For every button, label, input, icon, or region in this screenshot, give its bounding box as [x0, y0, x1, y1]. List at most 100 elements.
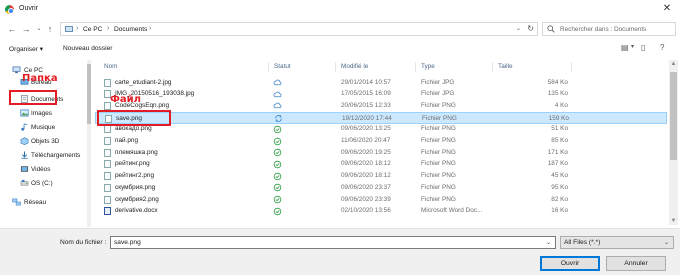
cancel-button[interactable]: Annuler	[606, 256, 666, 271]
objects-3d-icon	[20, 137, 29, 145]
network-icon	[12, 198, 21, 206]
file-name: carte_etudiant-2.jpg	[115, 78, 172, 86]
scroll-up-icon[interactable]: ▲	[669, 61, 678, 67]
images-icon	[20, 109, 29, 117]
close-button[interactable]: ✕	[660, 3, 674, 15]
folder-annotation: Папка	[22, 73, 58, 84]
file-type: Fichier PNG	[421, 172, 456, 180]
file-row[interactable]: CodeCogsEqn.png 20/06/2015 12:33 Fichier P…	[95, 100, 667, 112]
nav-item-os-c[interactable]: OS (C:)	[0, 177, 90, 190]
file-type-select[interactable]: All Files (*.*) ⌄	[560, 236, 674, 249]
available-check-icon	[273, 148, 282, 157]
forward-arrow-icon[interactable]: →	[20, 23, 32, 35]
file-row[interactable]: рейтинг.png 09/06/2020 18:12 Fichier PNG 18…	[95, 159, 667, 171]
nav-item-reseau[interactable]: Réseau	[0, 196, 90, 209]
refresh-icon[interactable]: ↻	[527, 24, 534, 33]
available-check-icon	[273, 125, 282, 134]
navigation-pane: Ce PC Bureau Documents Images Musique Ob…	[0, 60, 92, 227]
available-check-icon	[273, 172, 282, 180]
filename-dropdown-icon[interactable]: ⌄	[546, 239, 551, 246]
image-file-icon	[104, 183, 111, 192]
computer-icon	[12, 66, 21, 74]
file-modified: 09/06/2020 23:37	[341, 183, 391, 191]
file-size: 82 Ko	[551, 195, 568, 203]
file-modified: 29/01/2014 10:57	[341, 78, 391, 86]
file-row[interactable]: скумбрия2.png 09/06/2020 23:39 Fichier PNG…	[95, 194, 667, 206]
file-row[interactable]: derivative.docx 02/10/2020 13:56 Microsoft…	[95, 206, 667, 218]
word-document-icon	[104, 207, 111, 216]
nav-item-telechargements[interactable]: Téléchargements	[0, 149, 90, 162]
file-row[interactable]: пай.png 11/06/2020 20:47 Fichier PNG 85 Ko	[95, 136, 667, 148]
file-size: 135 Ko	[547, 90, 568, 98]
search-box[interactable]: Rechercher dans : Documents	[542, 22, 676, 36]
nav-item-objets-3d[interactable]: Objets 3D	[0, 135, 90, 148]
up-arrow-icon[interactable]: ↑	[44, 23, 56, 35]
search-placeholder: Rechercher dans : Documents	[560, 26, 647, 33]
file-row[interactable]: carte_etudiant-2.jpg 29/01/2014 10:57 Fich…	[95, 77, 667, 89]
available-check-icon	[273, 160, 282, 169]
cloud-icon	[273, 79, 282, 86]
open-file-dialog: Ouvrir ✕ ← → ⌄ ↑ › Ce PC › Documents › ⌄…	[0, 0, 680, 275]
file-type-value: All Files (*.*)	[564, 239, 601, 246]
file-row[interactable]: авокадо.png 09/06/2020 13:25 Fichier PNG 51…	[95, 124, 667, 136]
view-options-icon[interactable]: ▤	[621, 43, 629, 52]
file-modified: 09/06/2020 23:39	[341, 195, 391, 203]
address-bar[interactable]: › Ce PC › Documents › ⌄ ↻	[60, 22, 538, 36]
file-size: 51 Ko	[551, 125, 568, 133]
file-type: Fichier PNG	[421, 137, 456, 144]
file-name: племяшка.png	[115, 148, 158, 156]
file-size: 159 Ko	[548, 114, 569, 122]
file-modified: 11/06/2020 20:47	[341, 137, 391, 144]
file-row[interactable]: скумбрия.png 09/06/2020 23:37 Fichier PNG 9…	[95, 182, 667, 194]
open-button[interactable]: Ouvrir	[540, 256, 600, 271]
scroll-down-icon[interactable]: ▼	[669, 218, 678, 224]
file-modified: 02/10/2020 13:56	[341, 207, 391, 215]
filename-value: save.png	[114, 239, 141, 246]
file-type: Fichier PNG	[421, 183, 456, 191]
available-check-icon	[273, 207, 282, 215]
file-row[interactable]: IMG_20150516_193038.jpg 17/05/2015 16:09 F…	[95, 89, 667, 101]
file-modified: 17/05/2015 16:09	[341, 90, 391, 98]
back-arrow-icon[interactable]: ←	[6, 23, 18, 35]
title-bar: Ouvrir ✕	[0, 0, 680, 19]
file-type-dropdown-icon[interactable]: ⌄	[664, 239, 669, 246]
nav-item-musique[interactable]: Musique	[0, 121, 90, 134]
breadcrumb-documents[interactable]: Documents	[114, 26, 147, 33]
file-type: Microsoft Word Doc...	[421, 207, 483, 215]
file-size: 4 Ko	[554, 101, 568, 109]
image-file-icon	[104, 125, 111, 134]
new-folder-button[interactable]: Nouveau dossier	[63, 45, 112, 52]
available-check-icon	[273, 137, 282, 145]
address-dropdown-icon[interactable]: ⌄	[516, 25, 521, 32]
file-row[interactable]: рейтинг2.png 09/06/2020 18:12 Fichier PNG 4…	[95, 171, 667, 183]
preview-pane-icon[interactable]: ▯	[641, 43, 645, 52]
image-file-icon	[104, 195, 111, 204]
file-type: Fichier PNG	[421, 160, 456, 168]
column-header-modified[interactable]: Modifié le	[341, 63, 368, 70]
nav-item-images[interactable]: Images	[0, 107, 90, 120]
help-icon[interactable]: ?	[660, 43, 664, 52]
column-header-type[interactable]: Type	[421, 63, 435, 70]
organize-button[interactable]: Organiser ▾	[9, 45, 43, 53]
nav-item-videos[interactable]: Vidéos	[0, 163, 90, 176]
image-file-icon	[104, 78, 111, 87]
music-icon	[21, 123, 28, 131]
breadcrumb-ce-pc[interactable]: Ce PC	[83, 26, 102, 33]
file-list-scrollbar-thumb[interactable]	[670, 72, 677, 160]
file-name: скумбрия2.png	[115, 195, 159, 203]
view-dropdown-icon[interactable]: ▾	[631, 43, 634, 50]
file-name: derivative.docx	[115, 207, 158, 215]
file-name: рейтинг.png	[115, 160, 150, 168]
navigation-scrollbar-thumb[interactable]	[87, 64, 91, 124]
filename-field[interactable]: save.png ⌄	[110, 236, 556, 249]
drive-icon	[20, 179, 29, 186]
file-highlight-box	[97, 110, 171, 126]
column-header-name[interactable]: Nom	[104, 63, 118, 70]
file-list-header: Nom Statut Modifié le Type Taille	[95, 60, 667, 74]
chrome-icon	[5, 5, 14, 14]
file-row[interactable]: племяшка.png 09/06/2020 19:25 Fichier PNG 1…	[95, 147, 667, 159]
file-row[interactable]: save.png 19/12/2020 17:44 Fichier PNG 159 K…	[95, 112, 667, 124]
column-header-status[interactable]: Statut	[274, 63, 291, 70]
column-header-size[interactable]: Taille	[498, 63, 513, 70]
file-size: 45 Ko	[551, 172, 568, 180]
